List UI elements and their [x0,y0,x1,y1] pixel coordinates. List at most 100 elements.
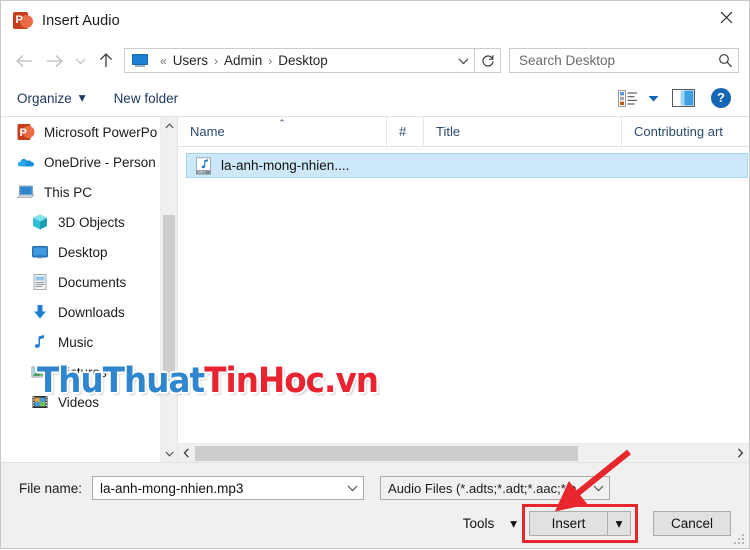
sidebar-item-label: 3D Objects [58,214,125,230]
documents-icon [31,273,49,291]
sidebar-item-music[interactable]: Music [1,327,177,357]
hscroll-left-button[interactable] [178,444,195,463]
file-type-filter-combobox[interactable]: Audio Files (*.adts;*.adt;*.aac;*.a [380,476,611,500]
preview-pane-button[interactable] [663,85,703,111]
powerpoint-icon: P [13,11,33,31]
sidebar-item-label: Videos [58,394,100,410]
breadcrumb-desktop[interactable]: Desktop [278,53,328,68]
sidebar-item-label: Microsoft PowerPo [44,124,158,140]
breadcrumb-separator: › [268,53,273,68]
sidebar-item-microsoft-powerpoint[interactable]: P Microsoft PowerPo [1,117,177,147]
close-button[interactable] [703,1,749,33]
svg-text:MP3: MP3 [198,170,205,174]
file-name-input[interactable]: la-anh-mong-nhien.mp3 [93,481,341,496]
close-icon [720,11,732,23]
chevron-down-icon: ▾ [510,515,517,531]
column-header-row: ⌃ Name # Title Contributing art [178,117,749,147]
file-list[interactable]: MP3 la-anh-mong-nhien.... [178,147,749,443]
column-label: Contributing art [634,124,723,139]
cancel-button[interactable]: Cancel [653,511,731,536]
powerpoint-icon: P [17,123,35,141]
sidebar-item-label: Downloads [58,304,125,320]
file-type-dropdown-button[interactable] [587,485,609,492]
insert-split-button: Insert ▾ [522,504,638,543]
chevron-down-icon [593,485,603,491]
breadcrumb-admin[interactable]: Admin [224,53,262,68]
sidebar-scrollbar-thumb[interactable] [163,215,175,387]
column-header-name[interactable]: ⌃ Name [178,117,386,146]
sidebar-item-pictures[interactable]: Pictures [1,357,177,387]
dialog-footer: File name: la-anh-mong-nhien.mp3 Audio F… [1,462,749,548]
address-bar[interactable]: « Users › Admin › Desktop [124,48,475,73]
file-list-horizontal-scrollbar[interactable] [178,443,749,462]
breadcrumb-users[interactable]: Users [173,53,208,68]
sidebar-item-downloads[interactable]: Downloads [1,297,177,327]
back-button[interactable] [9,47,39,75]
insert-audio-dialog: P Insert Audio « Users › Admin › Desktop… [0,0,750,549]
table-row[interactable]: MP3 la-anh-mong-nhien.... [186,153,748,178]
navigation-bar: « Users › Admin › Desktop Search Desktop [1,41,749,80]
up-button[interactable] [91,47,121,75]
breadcrumb-overflow[interactable]: « [160,54,167,68]
filename-row: File name: la-anh-mong-nhien.mp3 Audio F… [19,476,731,500]
organize-label: Organize [17,90,72,106]
resize-grip[interactable] [734,534,745,545]
pictures-icon [31,363,49,381]
search-button[interactable] [712,53,738,68]
scroll-up-button[interactable] [161,117,177,134]
window-title: Insert Audio [42,13,120,29]
search-icon [718,54,732,68]
hscroll-thumb[interactable] [195,445,578,461]
address-dropdown-button[interactable] [452,49,474,72]
file-type-filter-value: Audio Files (*.adts;*.adt;*.aac;*.a [388,480,577,496]
help-button[interactable]: ? [703,85,739,111]
tools-label: Tools [462,516,495,531]
onedrive-cloud-icon [17,153,35,171]
sidebar-item-onedrive[interactable]: OneDrive - Person [1,147,177,177]
file-name-dropdown-button[interactable] [341,485,363,492]
chevron-left-icon [183,448,189,458]
column-label: # [399,124,407,139]
sidebar-item-3d-objects[interactable]: 3D Objects [1,207,177,237]
new-folder-label: New folder [113,90,179,106]
refresh-icon [481,54,494,67]
search-input[interactable]: Search Desktop [510,53,712,68]
sidebar-item-documents[interactable]: Documents [1,267,177,297]
navigation-pane: P Microsoft PowerPo OneDrive - Person Th… [1,117,177,462]
hscroll-track[interactable] [195,444,732,463]
column-header-title[interactable]: Title [423,117,621,146]
title-bar: P Insert Audio [1,1,749,41]
forward-arrow-icon [46,54,63,67]
column-header-contributing-artists[interactable]: Contributing art [621,117,749,146]
search-box[interactable]: Search Desktop [509,48,739,73]
chevron-down-icon [458,58,468,64]
downloads-icon [31,303,49,321]
column-header-track-number[interactable]: # [386,117,423,146]
sidebar-item-videos[interactable]: Videos [1,387,177,417]
command-bar-right: ? [613,85,739,111]
music-note-icon [31,333,49,351]
organize-button[interactable]: Organize ▾ [17,90,86,106]
scroll-down-button[interactable] [161,445,177,462]
new-folder-button[interactable]: New folder [114,91,179,106]
column-label: Title [436,124,461,139]
forward-button[interactable] [39,47,69,75]
videos-icon [31,393,49,411]
up-arrow-icon [100,53,112,67]
dialog-body: P Microsoft PowerPo OneDrive - Person Th… [1,117,749,462]
file-name-combobox[interactable]: la-anh-mong-nhien.mp3 [92,476,365,500]
change-view-button[interactable] [613,85,643,111]
recent-locations-button[interactable] [69,47,91,75]
chevron-down-icon [164,451,174,457]
tools-button[interactable]: Tools ▾ [463,516,517,532]
refresh-button[interactable] [475,48,501,73]
button-row: Tools ▾ Insert ▾ Cancel [19,504,731,543]
change-view-dropdown[interactable] [643,85,663,111]
sidebar-item-this-pc[interactable]: This PC [1,177,177,207]
sidebar-item-desktop[interactable]: Desktop [1,237,177,267]
svg-text:P: P [20,127,27,139]
help-icon: ? [711,88,731,108]
hscroll-right-button[interactable] [732,444,749,463]
view-list-icon [618,89,637,107]
sidebar-scrollbar[interactable] [160,117,177,462]
